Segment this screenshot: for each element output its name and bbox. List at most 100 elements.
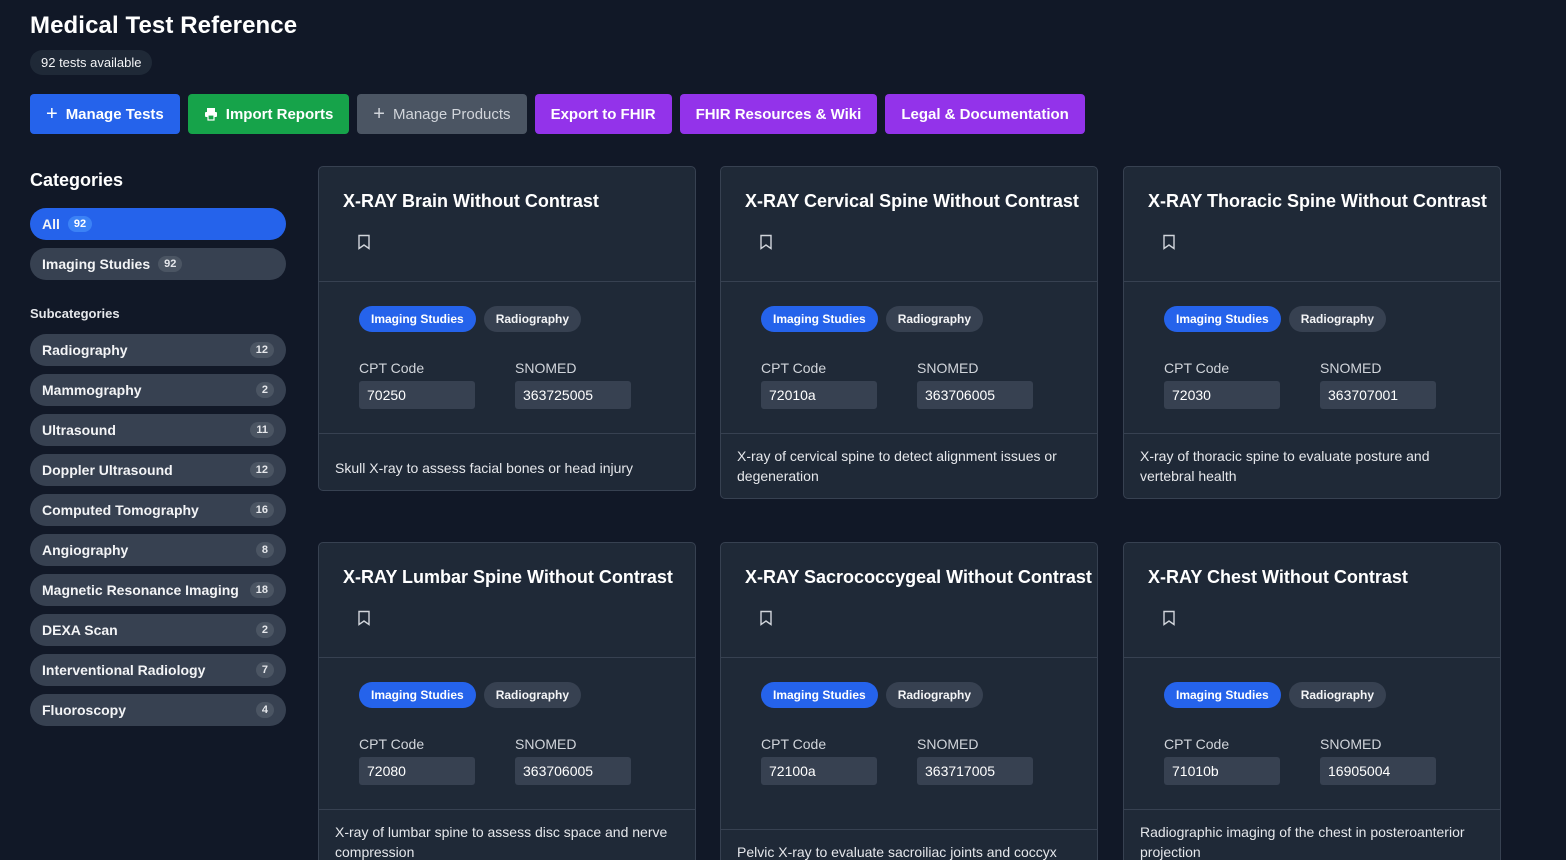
card-title: X-RAY Chest Without Contrast bbox=[1148, 567, 1408, 587]
categories-heading: Categories bbox=[30, 170, 124, 190]
bookmark-icon[interactable] bbox=[759, 610, 773, 626]
legal-docs-label: Legal & Documentation bbox=[901, 105, 1069, 123]
bookmark-icon[interactable] bbox=[759, 234, 773, 250]
subcategory-tag: Radiography bbox=[1288, 682, 1387, 708]
subcategory-label: Fluoroscopy bbox=[42, 702, 127, 718]
sidebar: Categories All 92 Imaging Studies 92 Sub… bbox=[30, 170, 286, 734]
subcategory-label: DEXA Scan bbox=[42, 622, 118, 638]
export-fhir-button[interactable]: Export to FHIR bbox=[534, 94, 672, 134]
page-title: Medical Test Reference bbox=[30, 12, 298, 39]
snomed-code: 363706005 bbox=[515, 757, 631, 785]
category-tag: Imaging Studies bbox=[761, 306, 878, 332]
card-title: X-RAY Thoracic Spine Without Contrast bbox=[1148, 191, 1487, 211]
cpt-code: 70250 bbox=[359, 381, 475, 409]
category-count: 92 bbox=[67, 216, 93, 232]
subcategory-label: Ultrasound bbox=[42, 422, 116, 438]
subcategory-doppler-ultrasound[interactable]: Doppler Ultrasound 12 bbox=[30, 454, 286, 486]
test-card[interactable]: X-RAY Cervical Spine Without Contrast Im… bbox=[720, 166, 1098, 499]
subcategory-tag: Radiography bbox=[483, 682, 582, 708]
manage-tests-button[interactable]: + Manage Tests bbox=[30, 94, 180, 134]
bookmark-icon[interactable] bbox=[357, 234, 371, 250]
snomed-code: 363717005 bbox=[917, 757, 1033, 785]
subcategories-heading: Subcategories bbox=[30, 306, 120, 321]
subcategory-count: 2 bbox=[255, 382, 274, 398]
subcategory-tag: Radiography bbox=[885, 306, 984, 332]
subcategory-angiography[interactable]: Angiography 8 bbox=[30, 534, 286, 566]
subcategory-label: Interventional Radiology bbox=[42, 662, 206, 678]
fhir-resources-button[interactable]: FHIR Resources & Wiki bbox=[679, 94, 878, 134]
category-tag: Imaging Studies bbox=[761, 682, 878, 708]
category-tag: Imaging Studies bbox=[1164, 306, 1281, 332]
subcategory-count: 7 bbox=[255, 662, 274, 678]
bookmark-icon[interactable] bbox=[1162, 610, 1176, 626]
subcategory-count: 16 bbox=[249, 502, 274, 518]
test-card[interactable]: X-RAY Chest Without Contrast Imaging Stu… bbox=[1123, 542, 1501, 860]
cpt-code: 72100a bbox=[761, 757, 877, 785]
subcategory-count: 2 bbox=[255, 622, 274, 638]
test-card[interactable]: X-RAY Brain Without Contrast Imaging Stu… bbox=[318, 166, 696, 491]
page-header: Medical Test Reference 92 tests availabl… bbox=[30, 12, 297, 75]
cpt-code: 72080 bbox=[359, 757, 475, 785]
category-label: Imaging Studies bbox=[42, 256, 151, 272]
test-card[interactable]: X-RAY Sacrococcygeal Without Contrast Im… bbox=[720, 542, 1098, 860]
category-tag: Imaging Studies bbox=[359, 682, 476, 708]
import-reports-button[interactable]: Import Reports bbox=[187, 94, 350, 134]
subcategory-tag: Radiography bbox=[483, 306, 582, 332]
subcategory-computed-tomography[interactable]: Computed Tomography 16 bbox=[30, 494, 286, 526]
subcategory-label: Computed Tomography bbox=[42, 502, 199, 518]
category-imaging-studies[interactable]: Imaging Studies 92 bbox=[30, 248, 286, 280]
test-card[interactable]: X-RAY Thoracic Spine Without Contrast Im… bbox=[1123, 166, 1501, 499]
card-title: X-RAY Brain Without Contrast bbox=[343, 191, 599, 211]
cpt-code: 71010b bbox=[1164, 757, 1280, 785]
subcategory-label: Mammography bbox=[42, 382, 142, 398]
category-label: All bbox=[42, 216, 60, 232]
subcategory-ultrasound[interactable]: Ultrasound 11 bbox=[30, 414, 286, 446]
snomed-label: SNOMED bbox=[1320, 736, 1382, 752]
subcategory-count: 11 bbox=[250, 422, 274, 438]
subcategory-interventional-radiology[interactable]: Interventional Radiology 7 bbox=[30, 654, 286, 686]
subcategory-radiography[interactable]: Radiography 12 bbox=[30, 334, 286, 366]
subcategory-count: 12 bbox=[249, 462, 274, 478]
test-count-badge: 92 tests available bbox=[30, 50, 153, 75]
test-card[interactable]: X-RAY Lumbar Spine Without Contrast Imag… bbox=[318, 542, 696, 860]
manage-tests-label: Manage Tests bbox=[65, 105, 164, 123]
manage-products-label: Manage Products bbox=[392, 105, 511, 123]
snomed-code: 363707001 bbox=[1320, 381, 1436, 409]
subcategory-count: 8 bbox=[255, 542, 274, 558]
subcategory-tag: Radiography bbox=[885, 682, 984, 708]
bookmark-icon[interactable] bbox=[357, 610, 371, 626]
snomed-code: 363706005 bbox=[917, 381, 1033, 409]
snomed-label: SNOMED bbox=[917, 360, 979, 376]
printer-icon bbox=[204, 108, 217, 121]
manage-products-button[interactable]: + Manage Products bbox=[357, 94, 527, 134]
subcategory-label: Radiography bbox=[42, 342, 128, 358]
card-description: Radiographic imaging of the chest in pos… bbox=[1140, 824, 1465, 860]
cpt-label: CPT Code bbox=[359, 736, 425, 752]
toolbar: + Manage Tests Import Reports + Manage P… bbox=[30, 94, 1085, 134]
cpt-label: CPT Code bbox=[1164, 360, 1230, 376]
subcategory-mri[interactable]: Magnetic Resonance Imaging 18 bbox=[30, 574, 286, 606]
subcategory-label: Angiography bbox=[42, 542, 129, 558]
cpt-code: 72010a bbox=[761, 381, 877, 409]
card-description: X-ray of thoracic spine to evaluate post… bbox=[1140, 448, 1430, 484]
category-tag: Imaging Studies bbox=[1164, 682, 1281, 708]
card-description: X-ray of lumbar spine to assess disc spa… bbox=[335, 824, 668, 860]
category-tag: Imaging Studies bbox=[359, 306, 476, 332]
subcategory-dexa-scan[interactable]: DEXA Scan 2 bbox=[30, 614, 286, 646]
cpt-label: CPT Code bbox=[761, 360, 827, 376]
snomed-label: SNOMED bbox=[917, 736, 979, 752]
fhir-resources-label: FHIR Resources & Wiki bbox=[695, 105, 862, 123]
legal-docs-button[interactable]: Legal & Documentation bbox=[885, 94, 1085, 134]
subcategory-count: 12 bbox=[249, 342, 274, 358]
category-all[interactable]: All 92 bbox=[30, 208, 286, 240]
subcategory-fluoroscopy[interactable]: Fluoroscopy 4 bbox=[30, 694, 286, 726]
snomed-label: SNOMED bbox=[515, 736, 577, 752]
snomed-code: 363725005 bbox=[515, 381, 631, 409]
cpt-code: 72030 bbox=[1164, 381, 1280, 409]
card-description: X-ray of cervical spine to detect alignm… bbox=[737, 448, 1057, 484]
subcategory-mammography[interactable]: Mammography 2 bbox=[30, 374, 286, 406]
card-description: Pelvic X-ray to evaluate sacroiliac join… bbox=[737, 844, 1057, 860]
import-reports-label: Import Reports bbox=[225, 105, 334, 123]
bookmark-icon[interactable] bbox=[1162, 234, 1176, 250]
export-fhir-label: Export to FHIR bbox=[550, 105, 656, 123]
